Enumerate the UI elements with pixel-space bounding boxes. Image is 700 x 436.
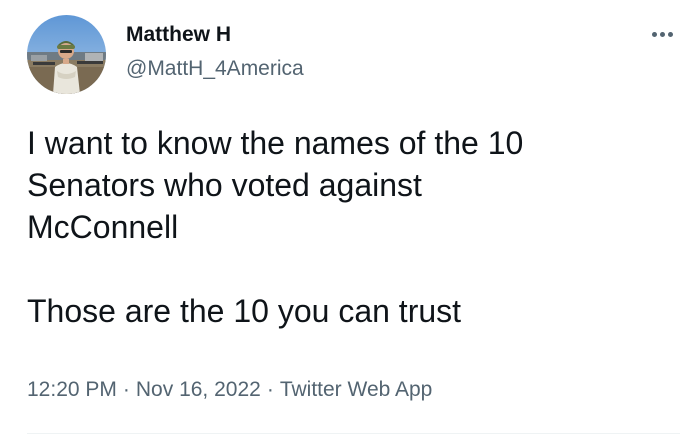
tweet-text: I want to know the names of the 10 Senat… xyxy=(27,122,677,332)
avatar[interactable] xyxy=(27,15,106,94)
more-dot xyxy=(651,31,657,37)
tweet-source[interactable]: Twitter Web App xyxy=(280,378,433,401)
tweet-text-line: McConnell xyxy=(27,209,179,245)
meta-separator: · xyxy=(266,378,274,401)
tweet-card: Matthew H @MattH_4America I want to know… xyxy=(0,0,700,436)
more-dot xyxy=(667,31,673,37)
divider xyxy=(27,433,680,434)
author-handle[interactable]: @MattH_4America xyxy=(126,56,304,82)
meta-separator: · xyxy=(122,378,130,401)
tweet-text-line: Those are the 10 you can trust xyxy=(27,293,462,329)
tweet-text-line: Senators who voted against xyxy=(27,167,422,203)
tweet-date[interactable]: Nov 16, 2022 xyxy=(136,378,261,401)
tweet-text-line: I want to know the names of the 10 xyxy=(27,125,524,161)
tweet-time[interactable]: 12:20 PM xyxy=(27,378,117,401)
tweet-meta: 12:20 PM · Nov 16, 2022 · Twitter Web App xyxy=(27,377,432,403)
more-dot xyxy=(659,31,665,37)
more-options-icon[interactable] xyxy=(644,22,680,46)
author-name[interactable]: Matthew H xyxy=(126,22,231,48)
